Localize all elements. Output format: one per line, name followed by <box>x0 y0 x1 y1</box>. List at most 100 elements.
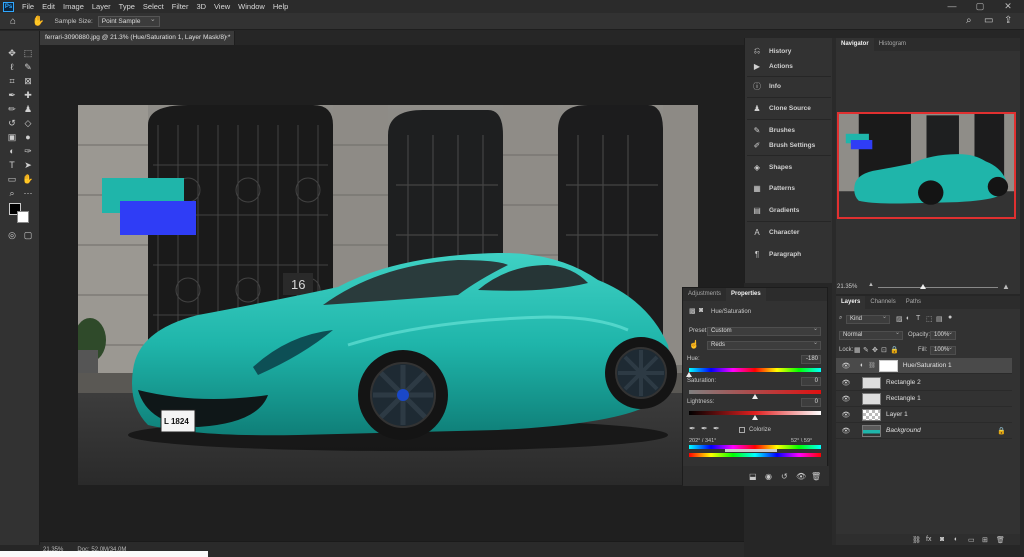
new-group-icon[interactable]: ▭ <box>968 536 975 544</box>
saturation-slider-thumb[interactable] <box>752 394 758 399</box>
lock-transparent-icon[interactable]: ▦ <box>854 346 861 354</box>
history-brush-tool-icon[interactable]: ↺ <box>6 117 18 129</box>
layer-row-rectangle-2[interactable]: 👁 Rectangle 2 <box>836 375 1012 391</box>
shapes-panel-button[interactable]: ◈ Shapes <box>745 157 833 177</box>
visibility-eye-icon[interactable]: 👁 <box>840 411 852 419</box>
opacity-input[interactable]: 100% <box>930 330 956 340</box>
close-document-icon[interactable]: × <box>224 31 228 45</box>
document-canvas-image[interactable]: 16 L 1824 <box>78 105 698 485</box>
hue-slider-thumb[interactable] <box>686 372 692 377</box>
workspace-icon[interactable]: ▭ <box>984 15 993 26</box>
menu-3d[interactable]: 3D <box>192 2 210 11</box>
path-select-tool-icon[interactable]: ➤ <box>22 159 34 171</box>
layer-mask-thumbnail[interactable] <box>878 359 898 372</box>
home-icon[interactable]: ⌂ <box>10 16 16 27</box>
layer-name[interactable]: Background <box>886 427 921 434</box>
gradient-tool-icon[interactable]: ▣ <box>6 131 18 143</box>
visibility-eye-icon[interactable]: 👁 <box>840 379 852 387</box>
delete-adjustment-icon[interactable]: 🗑 <box>811 472 821 481</box>
blend-mode-select[interactable]: Normal <box>839 330 903 340</box>
quick-mask-icon[interactable]: ◎ <box>6 229 18 241</box>
layer-name[interactable]: Rectangle 1 <box>886 395 921 402</box>
navigator-preview[interactable] <box>837 112 1016 219</box>
move-tool-icon[interactable]: ✥ <box>6 47 18 59</box>
clone-source-panel-button[interactable]: ♟ Clone Source <box>745 98 833 118</box>
brush-tool-icon[interactable]: ✏ <box>6 103 18 115</box>
marquee-tool-icon[interactable]: ⬚ <box>22 47 34 59</box>
paragraph-panel-button[interactable]: ¶ Paragraph <box>745 244 833 264</box>
lasso-tool-icon[interactable]: ℓ <box>6 61 18 73</box>
filter-adjustment-icon[interactable]: ◐ <box>906 315 910 322</box>
menu-filter[interactable]: Filter <box>168 2 193 11</box>
zoom-in-icon[interactable]: ▲ <box>1002 282 1010 291</box>
hue-slider[interactable] <box>689 368 821 372</box>
targeted-adjustment-icon[interactable]: ☝ <box>689 340 699 349</box>
preset-select[interactable]: Custom <box>707 326 821 336</box>
brush-settings-panel-button[interactable]: ✐ Brush Settings <box>745 135 833 155</box>
navigator-zoom-slider-thumb[interactable] <box>920 284 926 289</box>
type-tool-icon[interactable]: T <box>6 159 18 171</box>
layer-name[interactable]: Layer 1 <box>886 411 908 418</box>
patterns-panel-button[interactable]: ▦ Patterns <box>745 178 833 198</box>
tab-adjustments[interactable]: Adjustments <box>683 288 726 301</box>
mask-link-icon[interactable]: ⛓ <box>868 362 876 369</box>
layer-row-rectangle-1[interactable]: 👁 Rectangle 1 <box>836 391 1012 407</box>
delete-layer-icon[interactable]: 🗑 <box>996 536 1005 544</box>
eraser-tool-icon[interactable]: ◇ <box>22 117 34 129</box>
reset-icon[interactable]: ↺ <box>781 472 788 481</box>
menu-type[interactable]: Type <box>115 2 139 11</box>
layer-mask-icon[interactable]: ◙ <box>699 307 703 314</box>
blur-tool-icon[interactable]: ● <box>22 131 34 143</box>
fill-input[interactable]: 100% <box>930 345 956 355</box>
background-color-swatch[interactable] <box>17 211 29 223</box>
layer-style-icon[interactable]: fx <box>926 536 931 543</box>
layer-filter-select[interactable]: Kind <box>846 314 890 324</box>
lock-position-icon[interactable]: ✥ <box>872 346 878 354</box>
menu-image[interactable]: Image <box>59 2 88 11</box>
close-window-button[interactable]: ✕ <box>994 0 1022 13</box>
share-icon[interactable]: ⇪ <box>1004 15 1012 26</box>
eyedropper-subtract-icon[interactable]: ✒ <box>713 424 720 433</box>
filter-type-icon[interactable]: T <box>916 315 920 322</box>
document-tab[interactable]: ferrari-3090880.jpg @ 21.3% (Hue/Saturat… <box>40 31 235 45</box>
hand-tool-icon[interactable]: ✋ <box>22 173 34 185</box>
filter-toggle-icon[interactable]: ● <box>948 314 952 321</box>
eyedropper-add-icon[interactable]: ✒ <box>701 424 708 433</box>
lock-all-icon[interactable]: 🔒 <box>890 346 899 354</box>
visibility-eye-icon[interactable]: 👁 <box>840 395 852 403</box>
menu-file[interactable]: File <box>18 2 38 11</box>
lock-pixels-icon[interactable]: ✎ <box>863 346 869 354</box>
layer-name[interactable]: Rectangle 2 <box>886 379 921 386</box>
menu-edit[interactable]: Edit <box>38 2 59 11</box>
quick-select-tool-icon[interactable]: ✎ <box>22 61 34 73</box>
info-panel-button[interactable]: ⓘ Info <box>745 76 833 96</box>
dodge-tool-icon[interactable]: ◐ <box>6 145 18 157</box>
rectangle-2-shape[interactable] <box>120 201 196 235</box>
menu-select[interactable]: Select <box>139 2 168 11</box>
visibility-eye-icon[interactable]: 👁 <box>840 362 852 370</box>
zoom-out-icon[interactable]: ▲ <box>868 282 874 288</box>
color-range-slider[interactable] <box>725 449 777 452</box>
view-previous-icon[interactable]: ◉ <box>765 472 772 481</box>
layer-name[interactable]: Hue/Saturation 1 <box>903 362 952 369</box>
clip-to-layer-icon[interactable]: ⬓ <box>749 472 757 481</box>
layer-row-layer-1[interactable]: 👁 Layer 1 <box>836 407 1012 423</box>
screen-mode-icon[interactable]: ▢ <box>22 229 34 241</box>
tab-channels[interactable]: Channels <box>865 296 900 309</box>
hand-tool-preset-icon[interactable]: ✋ <box>32 16 44 27</box>
maximize-button[interactable]: ▢ <box>966 0 994 13</box>
lightness-slider-thumb[interactable] <box>752 415 758 420</box>
navigator-zoom-value[interactable]: 21.35% <box>837 284 857 290</box>
tab-paths[interactable]: Paths <box>901 296 926 309</box>
search-icon[interactable]: ⌕ <box>966 15 972 26</box>
filter-smart-object-icon[interactable]: ▤ <box>936 315 943 323</box>
lightness-value-input[interactable]: 0 <box>801 398 821 407</box>
lock-artboard-icon[interactable]: ⊡ <box>881 346 887 354</box>
zoom-tool-icon[interactable]: ⌕ <box>6 187 18 199</box>
hue-value-input[interactable]: -180 <box>801 355 821 364</box>
menu-layer[interactable]: Layer <box>88 2 115 11</box>
sample-size-select[interactable]: Point Sample <box>97 15 160 27</box>
menu-help[interactable]: Help <box>269 2 292 11</box>
menu-window[interactable]: Window <box>234 2 269 11</box>
navigator-zoom-slider[interactable] <box>878 287 998 288</box>
